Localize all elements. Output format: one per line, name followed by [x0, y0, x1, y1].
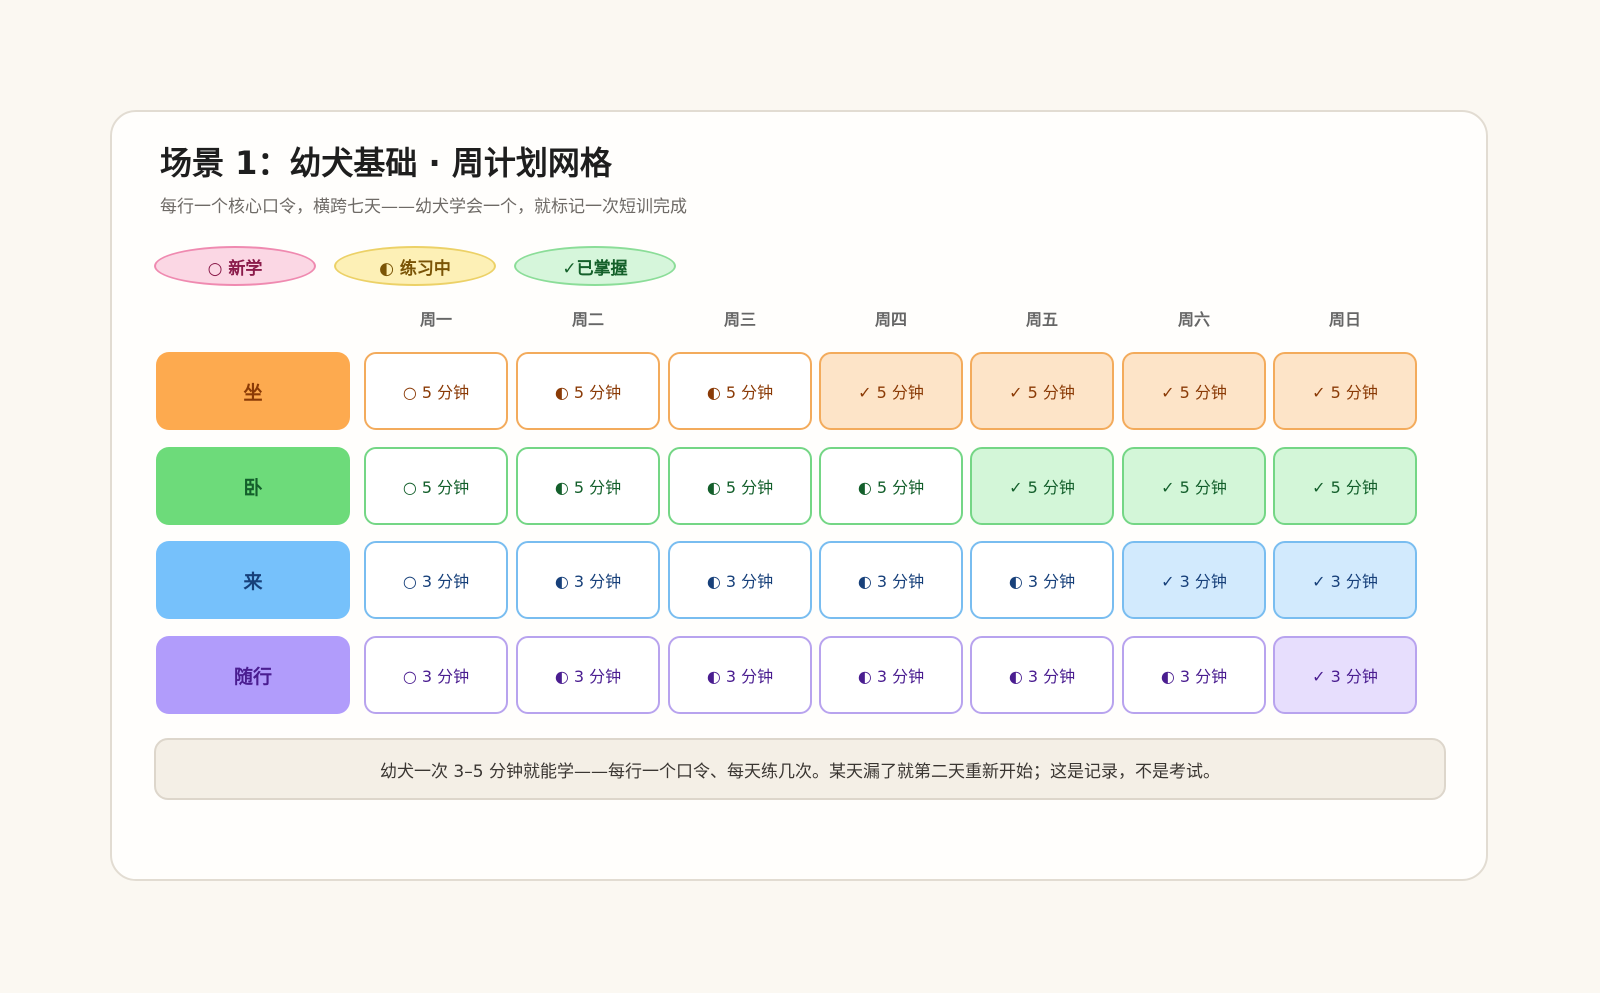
session-cell-practicing[interactable]: ◐ 5 分钟: [516, 352, 660, 430]
day-header-7: 周日: [1328, 310, 1361, 329]
session-cell-practicing[interactable]: ◐ 3 分钟: [819, 541, 963, 619]
session-cell-mastered[interactable]: ✓ 5 分钟: [970, 447, 1114, 525]
session-cell-practicing[interactable]: ◐ 3 分钟: [516, 636, 660, 714]
legend-mastered-badge: ✓已掌握: [514, 246, 676, 286]
session-cell-practicing[interactable]: ◐ 3 分钟: [970, 541, 1114, 619]
day-header-5: 周五: [1025, 310, 1058, 329]
session-cell-practicing[interactable]: ◐ 3 分钟: [668, 636, 812, 714]
session-cell-mastered[interactable]: ✓ 5 分钟: [1122, 447, 1266, 525]
session-cell-new[interactable]: ○ 3 分钟: [364, 541, 508, 619]
command-label-2: 卧: [156, 447, 350, 525]
session-cell-practicing[interactable]: ◐ 3 分钟: [668, 541, 812, 619]
session-cell-practicing[interactable]: ◐ 5 分钟: [668, 352, 812, 430]
session-cell-mastered[interactable]: ✓ 3 分钟: [1273, 541, 1417, 619]
day-header-3: 周三: [723, 310, 756, 329]
legend-practicing-badge: ◐ 练习中: [334, 246, 496, 286]
day-header-6: 周六: [1177, 310, 1210, 329]
session-cell-new[interactable]: ○ 3 分钟: [364, 636, 508, 714]
session-cell-practicing[interactable]: ◐ 3 分钟: [970, 636, 1114, 714]
session-cell-mastered[interactable]: ✓ 3 分钟: [1273, 636, 1417, 714]
session-cell-practicing[interactable]: ◐ 5 分钟: [668, 447, 812, 525]
session-cell-practicing[interactable]: ◐ 3 分钟: [516, 541, 660, 619]
day-header-2: 周二: [571, 310, 604, 329]
legend-new-badge: ○ 新学: [154, 246, 316, 286]
page-title: 场景 1：幼犬基础 · 周计划网格: [160, 144, 612, 182]
session-cell-mastered[interactable]: ✓ 5 分钟: [1122, 352, 1266, 430]
footer-note: 幼犬一次 3–5 分钟就能学——每行一个口令、每天练几次。某天漏了就第二天重新开…: [154, 738, 1446, 800]
command-label-4: 随行: [156, 636, 350, 714]
session-cell-mastered[interactable]: ✓ 5 分钟: [970, 352, 1114, 430]
command-label-1: 坐: [156, 352, 350, 430]
command-label-3: 来: [156, 541, 350, 619]
session-cell-practicing[interactable]: ◐ 5 分钟: [819, 447, 963, 525]
session-cell-new[interactable]: ○ 5 分钟: [364, 447, 508, 525]
day-header-4: 周四: [874, 310, 907, 329]
plan-card: 场景 1：幼犬基础 · 周计划网格 每行一个核心口令，横跨七天——幼犬学会一个，…: [110, 110, 1488, 881]
session-cell-mastered[interactable]: ✓ 5 分钟: [819, 352, 963, 430]
day-header-1: 周一: [419, 310, 452, 329]
session-cell-practicing[interactable]: ◐ 5 分钟: [516, 447, 660, 525]
page-subtitle: 每行一个核心口令，横跨七天——幼犬学会一个，就标记一次短训完成: [160, 197, 687, 217]
session-cell-mastered[interactable]: ✓ 3 分钟: [1122, 541, 1266, 619]
session-cell-mastered[interactable]: ✓ 5 分钟: [1273, 447, 1417, 525]
session-cell-practicing[interactable]: ◐ 3 分钟: [819, 636, 963, 714]
session-cell-practicing[interactable]: ◐ 3 分钟: [1122, 636, 1266, 714]
session-cell-mastered[interactable]: ✓ 5 分钟: [1273, 352, 1417, 430]
session-cell-new[interactable]: ○ 5 分钟: [364, 352, 508, 430]
